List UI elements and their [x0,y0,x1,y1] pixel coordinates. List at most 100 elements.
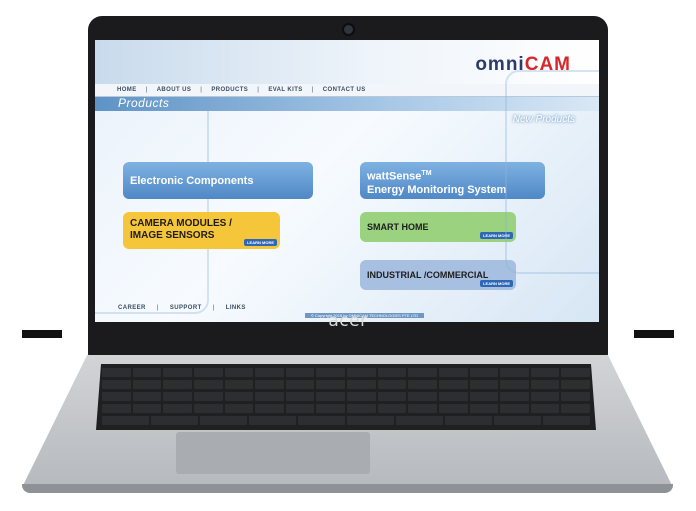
title-bar [95,97,599,111]
card-industrial[interactable]: INDUSTRIAL /COMMERCIAL LEARN MORE [360,260,516,290]
keyboard-key [347,392,376,401]
logo-text-cam: CAM [524,54,571,75]
keyboard-key [132,392,162,401]
keyboard-key [193,368,223,377]
keyboard-key [316,392,345,401]
keyboard-key [285,368,315,377]
hinge-right [634,330,674,338]
keyboard-key [347,416,394,425]
keyboard-key [255,368,284,377]
learn-more-button-industrial[interactable]: LEARN MORE [480,280,513,287]
keyboard-key [500,368,529,377]
wattsense-name: wattSense [367,170,422,183]
smart-home-label: SMART HOME [367,222,429,232]
keyboard-row [102,380,590,389]
card-electronic-label: Electronic Components [130,174,254,187]
site-header: omniCAM [95,40,599,84]
top-nav: HOME | ABOUT US | PRODUCTS | EVAL KITS |… [95,84,599,97]
keyboard-key [445,416,492,425]
keyboard-key [224,404,254,413]
card-smart-home[interactable]: SMART HOME LEARN MORE [360,212,516,242]
keyboard-key [377,380,407,389]
keyboard-key [102,404,131,413]
keyboard-key [469,380,499,389]
keyboard-key [377,392,407,401]
page-title: Products [118,96,170,110]
keyboard-key [438,368,468,377]
wattsense-subtitle: Energy Monitoring System [367,183,507,196]
card-wattsense[interactable]: wattSenseTM Energy Monitoring System [360,162,545,199]
keyboard-key [561,380,590,389]
nav-products[interactable]: PRODUCTS [211,87,248,93]
keyboard-key [255,392,284,401]
nav-home[interactable]: HOME [117,87,137,93]
keyboard-key [408,368,437,377]
keyboard-key [298,416,345,425]
learn-more-button-smart-home[interactable]: LEARN MORE [480,232,513,239]
card-electronic-components[interactable]: Electronic Components [123,162,313,199]
nav-separator: | [145,87,148,93]
keyboard-key [408,404,437,413]
keyboard [96,364,596,430]
wattsense-title: wattSenseTM [367,167,545,184]
card-camera-modules[interactable]: CAMERA MODULES / IMAGE SENSORS LEARN MOR… [123,212,280,249]
keyboard-key [255,380,284,389]
trademark-mark: TM [421,170,432,177]
acer-logo: acer [328,311,368,331]
nav-separator: | [311,87,314,93]
keyboard-key [102,392,131,401]
keyboard-key [377,404,407,413]
keyboard-key [193,392,223,401]
nav-separator: | [200,87,203,93]
keyboard-key [316,380,345,389]
keyboard-key [438,404,468,413]
keyboard-key [102,380,131,389]
camera-line-1: CAMERA MODULES / [130,218,232,229]
keyboard-key [316,368,345,377]
keyboard-key [316,404,345,413]
keyboard-key [530,368,560,377]
keyboard-key [438,380,468,389]
keyboard-row [102,392,590,401]
keyboard-key [396,416,443,425]
keyboard-key [193,404,223,413]
keyboard-key [224,380,254,389]
keyboard-key [469,392,499,401]
keyboard-key [561,392,590,401]
keyboard-key [224,392,254,401]
keyboard-row [102,368,590,377]
keyboard-key [102,416,149,425]
keyboard-key [285,392,315,401]
keyboard-key [255,404,284,413]
webcam-icon [342,23,355,36]
keyboard-key [163,368,192,377]
keyboard-key [469,404,499,413]
keyboard-key [285,404,315,413]
keyboard-key [224,368,254,377]
keyboard-key [530,392,560,401]
keyboard-key [408,380,437,389]
keyboard-key [500,392,529,401]
keyboard-key [163,404,192,413]
new-products-heading: New Products [512,114,575,125]
keyboard-key [377,368,407,377]
nav-eval-kits[interactable]: EVAL KITS [268,87,302,93]
laptop-base-edge [22,484,673,493]
keyboard-key [530,380,560,389]
hinge-left [22,330,62,338]
nav-separator: | [257,87,260,93]
keyboard-key [494,416,541,425]
touchpad[interactable] [176,432,370,474]
learn-more-button-camera[interactable]: LEARN MORE [244,239,277,246]
omnicam-logo[interactable]: omniCAM [475,54,571,76]
keyboard-key [561,404,590,413]
keyboard-key [193,380,223,389]
keyboard-key [249,416,296,425]
keyboard-key [561,368,590,377]
nav-about-us[interactable]: ABOUT US [157,87,192,93]
keyboard-key [500,404,529,413]
keyboard-key [543,416,590,425]
nav-contact-us[interactable]: CONTACT US [323,87,366,93]
keyboard-row [102,404,590,413]
keyboard-key [163,380,192,389]
